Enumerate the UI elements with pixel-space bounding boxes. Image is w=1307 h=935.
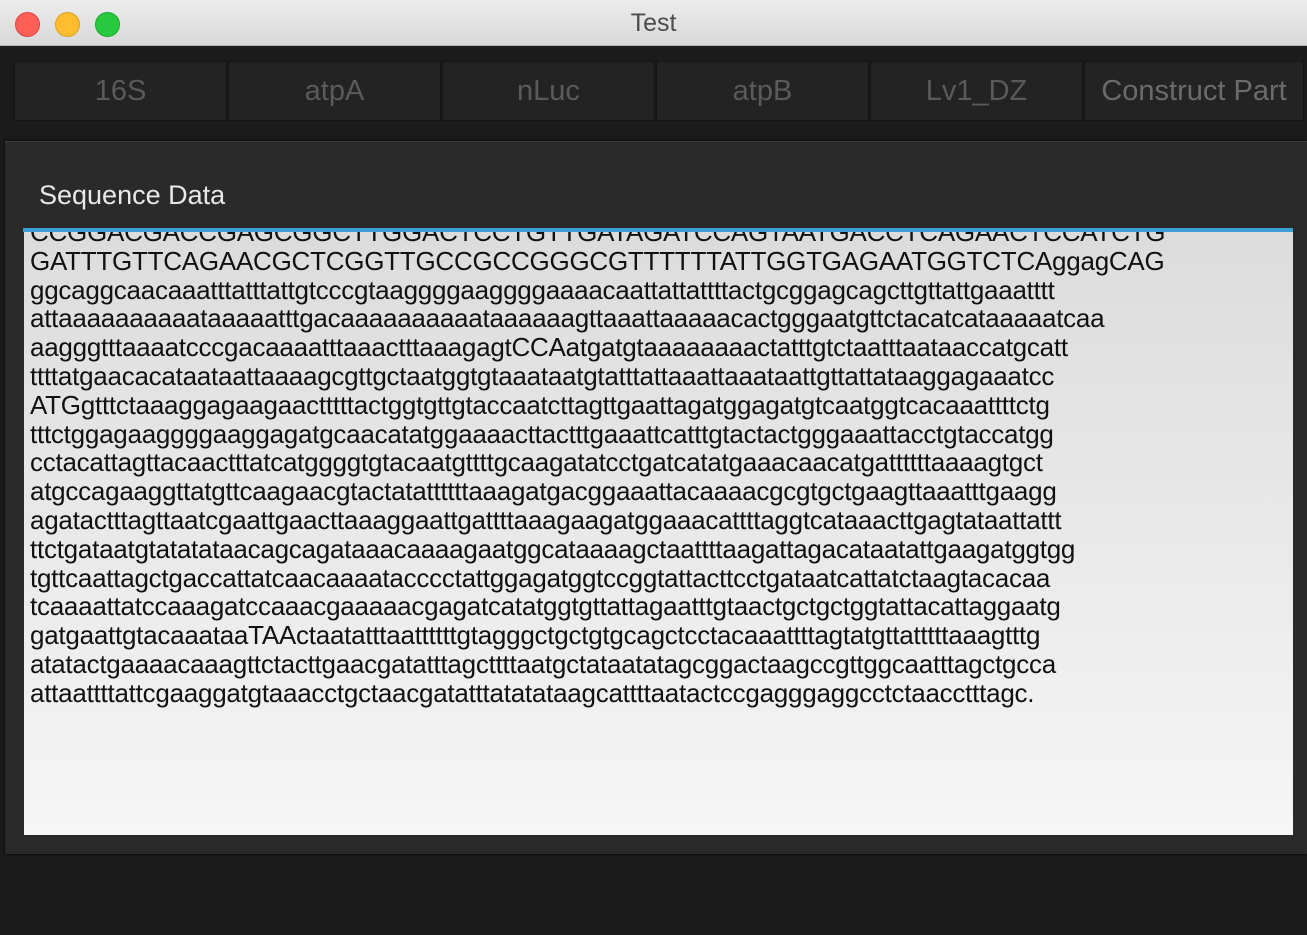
tab-bar: 16S atpA nLuc atpB Lv1_DZ Construct Part: [14, 61, 1307, 121]
tab-atpa[interactable]: atpA: [228, 61, 441, 121]
tab-construct-part[interactable]: Construct Part: [1084, 61, 1304, 121]
sequence-line: tcaaaattatccaaagatccaaacgaaaaacgagatcata…: [30, 591, 1061, 622]
sequence-line: atatactgaaaacaaagttctacttgaacgatatttagct…: [30, 648, 1056, 679]
sequence-line: ttttatgaacacataataattaaaagcgttgctaatggtg…: [30, 360, 1055, 391]
tab-nluc[interactable]: nLuc: [442, 61, 655, 121]
sequence-line: attaaaaaaaaaataaaaatttgacaaaaaaaaaataaaa…: [30, 303, 1105, 334]
sequence-line: ggcaggcaacaaatttatttattgtcccgtaaggggaagg…: [30, 274, 1055, 305]
sequence-line: GATTTGTTCAGAACGCTCGGTTGCCGCCGGGCGTTTTTTA…: [30, 245, 1165, 276]
sequence-line: CCGGACGACCGAGCGGCTTGGACTCCTGTTGATAGATCCA…: [30, 232, 1166, 247]
sequence-lines: CCGGACGACCGAGCGGCTTGGACTCCTGTTGATAGATCCA…: [30, 232, 1165, 708]
sequence-line: gatgaattgtacaaataaTAActaatatttaattttttgt…: [30, 620, 1041, 651]
sequence-line: ATGgtttctaaaggagaagaactttttactggtgttgtac…: [30, 389, 1050, 420]
sequence-line: atgccagaaggttatgttcaagaacgtactatatttttta…: [30, 476, 1057, 507]
sequence-line: aagggtttaaaatcccgacaaaatttaaactttaaagagt…: [30, 332, 1068, 363]
sequence-line: agatactttagttaatcgaattgaacttaaaggaattgat…: [30, 504, 1062, 535]
sequence-data-label: Sequence Data: [39, 180, 226, 210]
sequence-line: tttctggagaaggggaaggagatgcaacatatggaaaact…: [30, 418, 1054, 449]
sequence-text-area[interactable]: CCGGACGACCGAGCGGCTTGGACTCCTGTTGATAGATCCA…: [24, 232, 1293, 835]
sequence-line: attaattttattcgaaggatgtaaacctgctaacgatatt…: [30, 677, 1035, 708]
sequence-line: ttctgataatgtatatataacagcagataaacaaaagaat…: [30, 533, 1076, 564]
sequence-line: cctacattagttacaactttatcatggggtgtacaatgtt…: [30, 447, 1043, 478]
sequence-panel: Sequence Data CCGGACGACCGAGCGGCTTGGACTCC…: [5, 141, 1307, 854]
sequence-line: tgttcaattagctgaccattatcaacaaaatacccctatt…: [30, 562, 1051, 593]
tab-lv1-dz[interactable]: Lv1_DZ: [870, 61, 1083, 121]
tab-16s[interactable]: 16S: [14, 61, 227, 121]
tab-atpb[interactable]: atpB: [656, 61, 869, 121]
window-title: Test: [630, 9, 677, 37]
window-titlebar[interactable]: Test: [0, 0, 1307, 46]
